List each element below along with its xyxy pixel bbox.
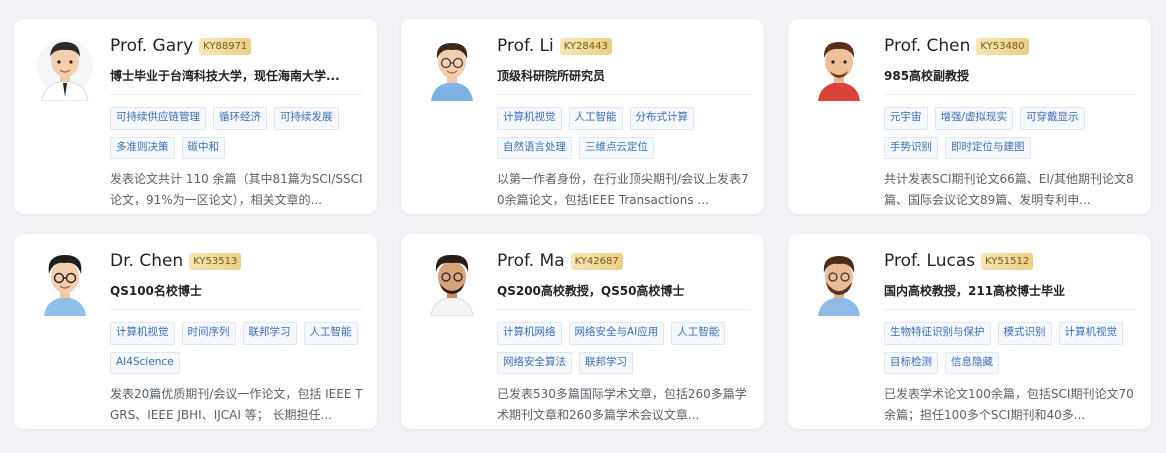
tag[interactable]: 人工智能 xyxy=(568,107,623,130)
avatar-beard-icon xyxy=(810,246,868,316)
expert-card[interactable]: Prof. Ma KY42687 QS200高校教授，QS50高校博士 计算机网… xyxy=(401,234,764,429)
tag[interactable]: 网络安全算法 xyxy=(497,351,572,374)
tag[interactable]: 计算机视觉 xyxy=(110,322,175,345)
expert-name[interactable]: Prof. Gary xyxy=(110,36,193,56)
expert-card[interactable]: Dr. Chen KY53513 QS100名校博士 计算机视觉 时间序列 联邦… xyxy=(14,234,377,429)
expert-card[interactable]: Prof. Li KY28443 顶级科研院所研究员 计算机视觉 人工智能 分布… xyxy=(401,19,764,214)
tag[interactable]: AI4Science xyxy=(110,351,180,374)
tag[interactable]: 元宇宙 xyxy=(884,107,928,130)
expert-code-badge: KY42687 xyxy=(570,252,623,270)
tag[interactable]: 可持续发展 xyxy=(274,107,339,130)
expert-card[interactable]: Prof. Gary KY88971 博士毕业于台湾科技大学，现任海南大学...… xyxy=(14,19,377,214)
expert-title: 国内高校教授，211高校博士毕业 xyxy=(884,282,1137,310)
expert-title: QS200高校教授，QS50高校博士 xyxy=(497,282,750,310)
tag-list: 元宇宙 增强/虚拟现实 可穿戴显示 手势识别 即时定位与建图 xyxy=(884,107,1137,159)
tag[interactable]: 多准则决策 xyxy=(110,136,175,159)
expert-title: 博士毕业于台湾科技大学，现任海南大学... xyxy=(110,67,363,95)
avatar-glasses-icon xyxy=(36,246,94,316)
tag[interactable]: 三维点云定位 xyxy=(579,136,654,159)
tag[interactable]: 联邦学习 xyxy=(579,351,633,374)
expert-description: 以第一作者身份，在行业顶尖期刊/会议上发表70余篇论文，包括IEEE Trans… xyxy=(497,172,749,207)
expert-code-badge: KY53480 xyxy=(976,37,1029,55)
tag[interactable]: 模式识别 xyxy=(997,322,1052,345)
tag[interactable]: 人工智能 xyxy=(671,322,726,345)
expert-description: 共计发表SCI期刊论文66篇、EI/其他期刊论文8篇、国际会议论文89篇、发明专… xyxy=(884,172,1134,207)
avatar-suit-icon xyxy=(36,31,94,101)
expert-card[interactable]: Prof. Chen KY53480 985高校副教授 元宇宙 增强/虚拟现实 … xyxy=(788,19,1151,214)
expert-grid: Prof. Gary KY88971 博士毕业于台湾科技大学，现任海南大学...… xyxy=(14,19,1151,429)
tag[interactable]: 可持续供应链管理 xyxy=(110,107,206,130)
expert-name[interactable]: Prof. Li xyxy=(497,36,554,56)
tag[interactable]: 碳中和 xyxy=(181,136,225,159)
tag-list: 计算机网络 网络安全与AI应用 人工智能 网络安全算法 联邦学习 xyxy=(497,322,750,374)
tag[interactable]: 网络安全与AI应用 xyxy=(568,322,665,345)
tag-list: 计算机视觉 时间序列 联邦学习 人工智能 AI4Science xyxy=(110,322,363,374)
tag[interactable]: 自然语言处理 xyxy=(497,136,572,159)
tag[interactable]: 生物特征识别与保护 xyxy=(884,322,991,345)
tag[interactable]: 人工智能 xyxy=(303,322,358,345)
expert-description: 已发表530多篇国际学术文章，包括260多篇学术期刊文章和260多篇学术会议文章… xyxy=(497,387,747,422)
expert-code-badge: KY51512 xyxy=(981,252,1034,270)
tag[interactable]: 循环经济 xyxy=(213,107,267,130)
tag[interactable]: 信息隐藏 xyxy=(945,351,999,374)
tag[interactable]: 联邦学习 xyxy=(242,322,297,345)
expert-card[interactable]: Prof. Lucas KY51512 国内高校教授，211高校博士毕业 生物特… xyxy=(788,234,1151,429)
tag-list: 生物特征识别与保护 模式识别 计算机视觉 目标检测 信息隐藏 xyxy=(884,322,1137,374)
expert-title: 顶级科研院所研究员 xyxy=(497,67,750,95)
tag[interactable]: 计算机视觉 xyxy=(497,107,562,130)
expert-name[interactable]: Prof. Ma xyxy=(497,251,565,271)
avatar-red-shirt-icon xyxy=(810,31,868,101)
tag[interactable]: 手势识别 xyxy=(884,136,938,159)
tag-list: 可持续供应链管理 循环经济 可持续发展 多准则决策 碳中和 xyxy=(110,107,363,159)
tag[interactable]: 时间序列 xyxy=(181,322,236,345)
tag[interactable]: 增强/虚拟现实 xyxy=(934,107,1014,130)
expert-description: 已发表学术论文100余篇，包括SCI期刊论文70余篇；担任100多个SCI期刊和… xyxy=(884,387,1134,422)
tag[interactable]: 计算机网络 xyxy=(497,322,562,345)
tag-list: 计算机视觉 人工智能 分布式计算 自然语言处理 三维点云定位 xyxy=(497,107,750,159)
tag[interactable]: 分布式计算 xyxy=(629,107,694,130)
expert-description: 发表论文共计 110 余篇（其中81篇为SCI/SSCI论文，91%为一区论文）… xyxy=(110,172,363,207)
expert-name[interactable]: Prof. Chen xyxy=(884,36,970,56)
expert-name[interactable]: Dr. Chen xyxy=(110,251,183,271)
expert-name[interactable]: Prof. Lucas xyxy=(884,251,975,271)
expert-title: QS100名校博士 xyxy=(110,282,363,310)
avatar-glasses-icon xyxy=(423,31,481,101)
tag[interactable]: 可穿戴显示 xyxy=(1020,107,1085,130)
expert-description: 发表20篇优质期刊/会议一作论文，包括 IEEE TGRS、IEEE JBHI、… xyxy=(110,387,363,422)
expert-code-badge: KY88971 xyxy=(199,37,252,55)
expert-code-badge: KY53513 xyxy=(189,252,242,270)
tag[interactable]: 目标检测 xyxy=(884,351,938,374)
expert-title: 985高校副教授 xyxy=(884,67,1137,95)
tag[interactable]: 计算机视觉 xyxy=(1058,322,1123,345)
avatar-curly-icon xyxy=(423,246,481,316)
expert-code-badge: KY28443 xyxy=(559,37,612,55)
tag[interactable]: 即时定位与建图 xyxy=(945,136,1031,159)
